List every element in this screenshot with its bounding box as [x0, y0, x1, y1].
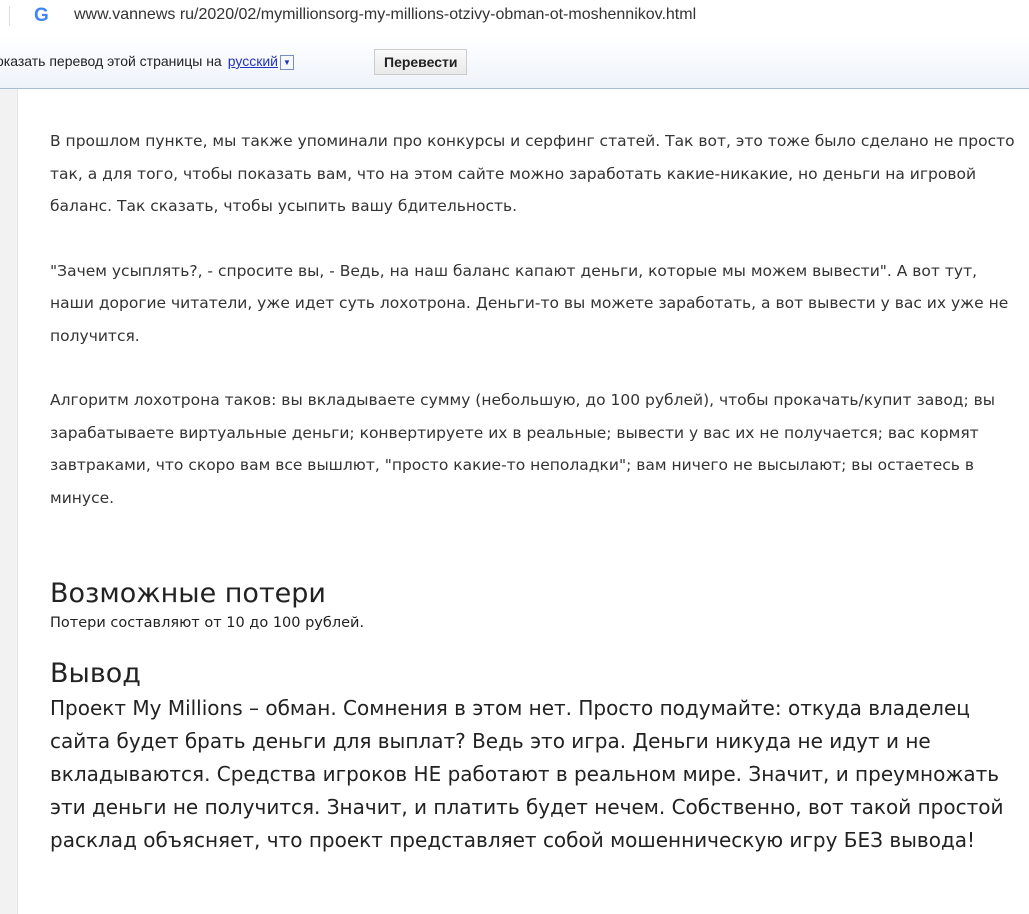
- google-g-icon: G: [34, 5, 49, 26]
- url-text[interactable]: www.vannews ru/2020/02/mymillionsorg-my-…: [74, 6, 696, 24]
- page-margin: [0, 89, 18, 914]
- paragraph: "Зачем усыплять?, - спросите вы, - Ведь,…: [50, 261, 1009, 345]
- paragraph: В прошлом пункте, мы также упоминали про…: [50, 132, 1015, 215]
- conclusion-text: Проект My Millions – обман. Сомнения в э…: [50, 696, 1004, 852]
- chevron-down-icon[interactable]: ▼: [279, 54, 294, 70]
- losses-heading: Возможные потери: [50, 578, 326, 609]
- translate-message: оказать перевод этой страницы на: [0, 53, 222, 69]
- paragraph: Алгоритм лохотрона таков: вы вкладываете…: [50, 391, 996, 507]
- article-body: В прошлом пункте, мы также упоминали про…: [50, 125, 1025, 857]
- translate-bar: оказать перевод этой страницы на русский ▼…: [0, 36, 1029, 89]
- losses-text: Потери составляют от 10 до 100 рублей.: [50, 615, 365, 631]
- language-link[interactable]: русский: [228, 53, 278, 69]
- translate-button[interactable]: Перевести: [374, 49, 468, 75]
- address-bar[interactable]: G www.vannews ru/2020/02/mymillionsorg-m…: [0, 0, 1029, 34]
- conclusion-heading: Вывод: [50, 658, 141, 689]
- divider: [9, 6, 10, 26]
